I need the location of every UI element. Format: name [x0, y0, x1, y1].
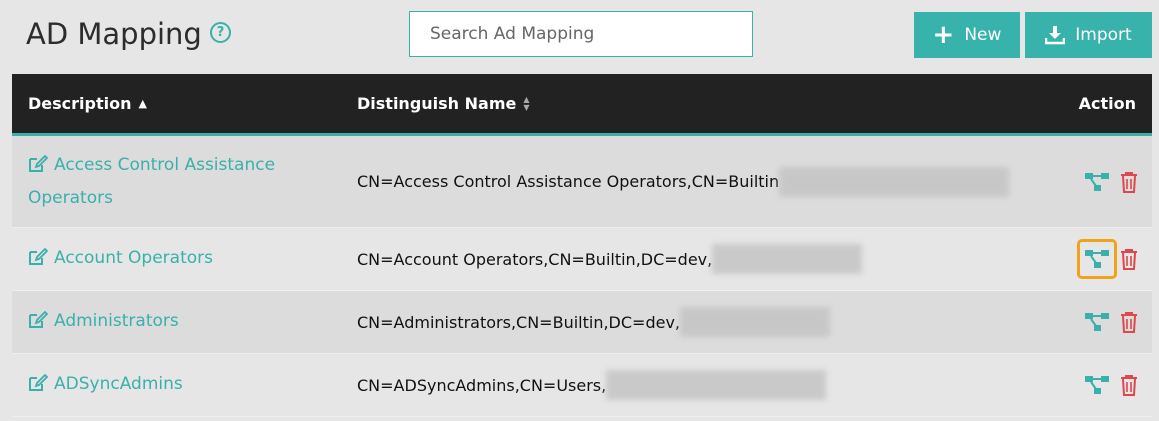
download-icon [1045, 25, 1066, 45]
redacted-text [712, 244, 863, 274]
page-header: AD Mapping ? + New Import [0, 0, 1159, 74]
sort-ascending-icon: ▲ [138, 96, 147, 110]
column-header-description[interactable]: Description ▲ [28, 74, 147, 133]
delete-icon[interactable] [1120, 374, 1138, 396]
hierarchy-icon[interactable] [1084, 311, 1110, 333]
action-cell [1084, 291, 1138, 353]
question-circle-icon[interactable]: ? [210, 22, 231, 43]
table-row: ADSyncAdmins CN=ADSyncAdmins,CN=Users, [12, 354, 1152, 417]
ad-mapping-table: Description ▲ Distinguish Name ▲ ▼ Action [12, 74, 1152, 417]
distinguish-name-text: CN=Access Control Assistance Operators,C… [357, 172, 780, 191]
distinguish-name-text: CN=Account Operators,CN=Builtin,DC=dev, [357, 249, 713, 269]
column-header-distinguish-name-label: Distinguish Name [357, 94, 517, 113]
action-cell [1084, 136, 1138, 227]
table-row: Administrators CN=Administrators,CN=Buil… [12, 291, 1152, 354]
description-cell: Access Control Assistance Operators [28, 136, 328, 227]
import-button[interactable]: Import [1025, 12, 1152, 58]
table-header: Description ▲ Distinguish Name ▲ ▼ Action [12, 74, 1152, 136]
column-header-description-label: Description [28, 94, 132, 113]
redacted-text [779, 166, 1010, 197]
description-cell: Administrators [28, 291, 328, 353]
column-header-action-label: Action [1078, 94, 1136, 113]
distinguish-name-text: CN=ADSyncAdmins,CN=Users, [357, 375, 607, 395]
distinguish-name-cell: CN=Account Operators,CN=Builtin,DC=dev, [357, 228, 863, 290]
description-text: Administrators [54, 310, 179, 331]
new-button-label: New [964, 25, 1002, 45]
table-row: Access Control Assistance Operators CN=A… [12, 136, 1152, 228]
description-text: Access Control Assistance Operators [28, 155, 276, 208]
description-link[interactable]: ADSyncAdmins [28, 369, 183, 402]
sort-both-icon: ▲ ▼ [523, 94, 530, 112]
distinguish-name-cell: CN=Access Control Assistance Operators,C… [357, 136, 1010, 227]
distinguish-name-text: CN=Administrators,CN=Builtin,DC=dev, [357, 312, 680, 332]
edit-icon[interactable] [28, 309, 49, 339]
hierarchy-icon[interactable] [1084, 171, 1110, 193]
column-header-distinguish-name[interactable]: Distinguish Name ▲ ▼ [357, 74, 530, 133]
redacted-text [680, 307, 830, 337]
plus-icon: + [932, 20, 955, 50]
edit-icon[interactable] [28, 372, 49, 402]
description-cell: ADSyncAdmins [28, 354, 328, 416]
action-cell [1084, 354, 1138, 416]
description-text: Account Operators [54, 247, 213, 268]
redacted-text [606, 370, 827, 400]
description-cell: Account Operators [28, 228, 328, 290]
delete-icon[interactable] [1120, 171, 1138, 193]
description-link[interactable]: Administrators [28, 306, 179, 339]
description-link[interactable]: Access Control Assistance Operators [28, 150, 328, 213]
hierarchy-icon[interactable] [1077, 239, 1117, 279]
description-text: ADSyncAdmins [54, 373, 183, 394]
hierarchy-icon[interactable] [1084, 374, 1110, 396]
delete-icon[interactable] [1120, 311, 1138, 333]
action-cell [1077, 228, 1138, 290]
distinguish-name-cell: CN=ADSyncAdmins,CN=Users, [357, 354, 827, 416]
column-header-action: Action [1079, 74, 1136, 133]
edit-icon[interactable] [28, 153, 49, 183]
distinguish-name-cell: CN=Administrators,CN=Builtin,DC=dev, [357, 291, 830, 353]
new-button[interactable]: + New [914, 12, 1020, 58]
search-input[interactable] [409, 11, 753, 57]
edit-icon[interactable] [28, 246, 49, 276]
import-button-label: Import [1075, 25, 1132, 45]
ad-mapping-page: AD Mapping ? + New Import Description ▲ [0, 0, 1159, 421]
page-title: AD Mapping [26, 17, 202, 51]
table-row: Account Operators CN=Account Operators,C… [12, 228, 1152, 291]
delete-icon[interactable] [1120, 248, 1138, 270]
description-link[interactable]: Account Operators [28, 243, 213, 276]
